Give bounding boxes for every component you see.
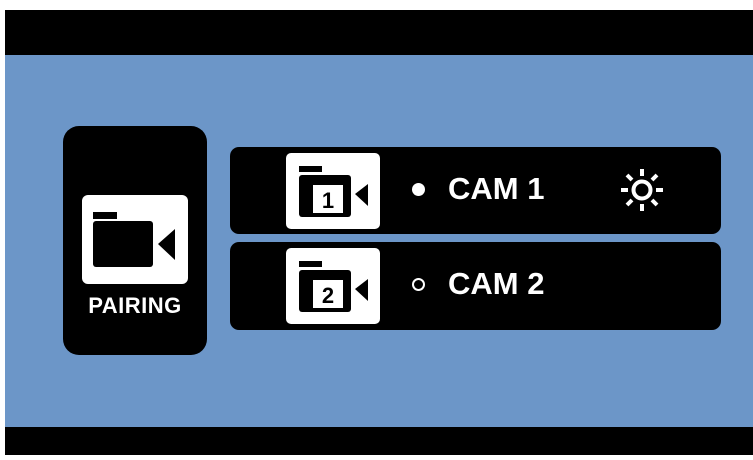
hollow-dot-icon (412, 278, 425, 291)
pairing-label: PAIRING (88, 293, 182, 318)
pairing-button[interactable]: PAIRING (63, 126, 207, 355)
camera-screen: PAIRING 1 CAM 1 2 CAM 2 (5, 10, 753, 455)
main-panel: PAIRING 1 CAM 1 2 CAM 2 (5, 55, 753, 427)
camera-label: CAM 1 (448, 171, 545, 206)
camera-number-label: 1 (322, 188, 334, 213)
camera-row-cam-1[interactable]: 1 CAM 1 (230, 147, 721, 234)
video-camera-numbered-icon: 2 (286, 248, 380, 324)
camera-row-cam-2[interactable]: 2 CAM 2 (230, 242, 721, 330)
video-camera-numbered-icon: 1 (286, 153, 380, 229)
brightness-icon[interactable] (616, 164, 668, 216)
camera-label: CAM 2 (448, 266, 545, 301)
filled-dot-icon (412, 183, 425, 196)
video-camera-icon (82, 195, 188, 284)
camera-number-label: 2 (322, 283, 334, 308)
